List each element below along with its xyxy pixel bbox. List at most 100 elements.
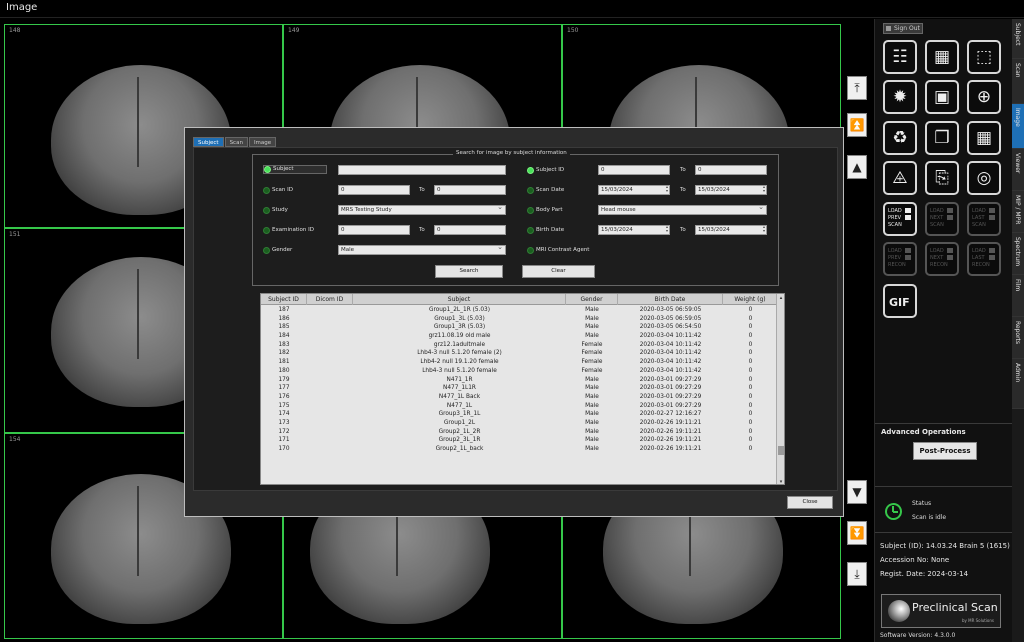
column-header[interactable]: Gender bbox=[566, 294, 618, 305]
sign-out-button[interactable]: Sign Out bbox=[883, 23, 923, 34]
scan-id-to-input[interactable]: 0 bbox=[434, 185, 506, 195]
column-header[interactable]: Birth Date bbox=[618, 294, 723, 305]
scroll-page-down-button[interactable]: ⏬ bbox=[847, 521, 867, 545]
dialog-tab-image[interactable]: Image bbox=[248, 137, 277, 147]
gif-export-button[interactable]: GIF bbox=[883, 284, 917, 318]
tab-image[interactable]: Image bbox=[1012, 104, 1024, 149]
tab-reports[interactable]: Reports bbox=[1012, 317, 1024, 359]
table-row[interactable]: 176 N477_1L Back Male 2020-03-01 09:27:29 0 bbox=[261, 393, 778, 402]
scan-play-icon[interactable]: ▣ bbox=[925, 80, 959, 114]
scan-date-to-input[interactable]: 15/03/2024 bbox=[695, 185, 767, 195]
cell-subject-id: 170 bbox=[278, 446, 290, 452]
load-last-scan-button[interactable]: LOAD LAST SCAN bbox=[967, 202, 1001, 236]
subject-id-filter-toggle[interactable]: Subject ID bbox=[527, 167, 564, 174]
load-prev-recon-button[interactable]: LOAD PREV RECON bbox=[883, 242, 917, 276]
film-reel-icon[interactable]: ◎ bbox=[967, 161, 1001, 195]
scroll-down-button[interactable]: ▼ bbox=[847, 480, 867, 504]
table-row[interactable]: 183 grz12.1adultmale Female 2020-03-04 10:1… bbox=[261, 341, 778, 350]
grid-select-icon[interactable]: ▦ bbox=[925, 40, 959, 74]
subject-id-to-input[interactable]: 0 bbox=[695, 165, 767, 175]
tiles-icon[interactable]: ▦ bbox=[967, 121, 1001, 155]
table-row[interactable]: 175 N477_1L Male 2020-03-01 09:27:29 0 bbox=[261, 402, 778, 411]
measure-icon[interactable]: ⨹ bbox=[883, 161, 917, 195]
tab-spectrum[interactable]: Spectrum bbox=[1012, 233, 1024, 275]
zoom-image-icon[interactable]: ⊕ bbox=[967, 80, 1001, 114]
table-row[interactable]: 187 Group1_2L_1R (5.03) Male 2020-03-05 06:… bbox=[261, 306, 778, 315]
birth-date-filter-toggle[interactable]: Birth Date bbox=[527, 227, 564, 234]
tab-viewer[interactable]: Viewer bbox=[1012, 149, 1024, 191]
tab-subject[interactable]: Subject bbox=[1012, 19, 1024, 59]
body-part-filter-toggle[interactable]: Body Part bbox=[527, 207, 563, 214]
examination-id-filter-toggle[interactable]: Examination ID bbox=[263, 227, 314, 234]
stack-play-icon[interactable]: ❐ bbox=[925, 121, 959, 155]
table-header: Subject ID Dicom ID Subject Gender Birth… bbox=[261, 294, 778, 305]
table-row[interactable]: 174 Group3_1R_1L Male 2020-02-27 12:16:27 0 bbox=[261, 410, 778, 419]
table-scrollbar[interactable]: ▴ ▾ bbox=[776, 294, 784, 484]
dialog-tab-subject[interactable]: Subject bbox=[193, 137, 224, 147]
scroll-up-button[interactable]: ▲ bbox=[847, 155, 867, 179]
examination-id-from-input[interactable]: 0 bbox=[338, 225, 410, 235]
tab-mip-mpr[interactable]: MIP / MPR bbox=[1012, 191, 1024, 233]
column-header[interactable]: Dicom ID bbox=[307, 294, 353, 305]
stack-icon bbox=[947, 255, 953, 260]
mri-contrast-agent-filter-toggle[interactable]: MRI Contrast Agent bbox=[527, 247, 589, 254]
gender-filter-toggle[interactable]: Gender bbox=[263, 247, 292, 254]
table-row[interactable]: 173 Group1_2L Male 2020-02-26 19:11:21 0 bbox=[261, 419, 778, 428]
study-select[interactable]: MRS Testing Study bbox=[338, 205, 506, 215]
table-row[interactable]: 184 grz11.08.19 old male Male 2020-03-04 10… bbox=[261, 332, 778, 341]
scroll-top-button[interactable]: ⤒ bbox=[847, 76, 867, 100]
table-row[interactable]: 170 Group2_1L_back Male 2020-02-26 19:11:21… bbox=[261, 445, 778, 454]
table-row[interactable]: 186 Group1_3L (5.03) Male 2020-03-05 06:59:… bbox=[261, 315, 778, 324]
scroll-up-arrow-icon[interactable]: ▴ bbox=[777, 294, 784, 302]
scan-date-from-input[interactable]: 15/03/2024 bbox=[598, 185, 670, 195]
table-row[interactable]: 179 N471_1R Male 2020-03-01 09:27:29 0 bbox=[261, 376, 778, 385]
table-row[interactable]: 180 Lhb4-3 null 5.1.20 female Female 2020-0… bbox=[261, 367, 778, 376]
scrollbar-thumb[interactable] bbox=[778, 446, 784, 455]
body-part-select[interactable]: Head mouse bbox=[598, 205, 767, 215]
clipboard-icon[interactable]: ⎘ bbox=[925, 161, 959, 195]
scan-date-filter-toggle[interactable]: Scan Date bbox=[527, 187, 564, 194]
subject-filter-toggle[interactable]: Subject bbox=[263, 165, 327, 174]
column-header[interactable]: Subject ID bbox=[261, 294, 307, 305]
table-row[interactable]: 181 Lhb4-2 null 19.1.20 female Female 2020-… bbox=[261, 358, 778, 367]
post-process-button[interactable]: Post-Process bbox=[913, 442, 977, 460]
brightness-icon[interactable]: ✹ bbox=[883, 80, 917, 114]
scan-id-from-input[interactable]: 0 bbox=[338, 185, 410, 195]
study-filter-toggle[interactable]: Study bbox=[263, 207, 288, 214]
table-row[interactable]: 177 N477_1L1R Male 2020-03-01 09:27:29 0 bbox=[261, 384, 778, 393]
recycle-icon[interactable]: ♻ bbox=[883, 121, 917, 155]
table-row[interactable]: 185 Group1_3R (5.03) Male 2020-03-05 06:54:… bbox=[261, 323, 778, 332]
search-button[interactable]: Search bbox=[435, 265, 503, 278]
layout-grid-icon[interactable]: ☷ bbox=[883, 40, 917, 74]
column-header[interactable]: Weight (g) bbox=[723, 294, 778, 305]
selection-icon[interactable]: ⬚ bbox=[967, 40, 1001, 74]
load-next-scan-button[interactable]: LOAD NEXT SCAN bbox=[925, 202, 959, 236]
examination-id-to-input[interactable]: 0 bbox=[434, 225, 506, 235]
tab-film[interactable]: Film bbox=[1012, 275, 1024, 317]
table-row[interactable]: 172 Group2_1L_2R Male 2020-02-26 19:11:21 0 bbox=[261, 428, 778, 437]
scroll-page-up-button[interactable]: ⏫ bbox=[847, 113, 867, 137]
clear-button[interactable]: Clear bbox=[522, 265, 595, 278]
gender-select[interactable]: Male bbox=[338, 245, 506, 255]
tab-admin[interactable]: Admin bbox=[1012, 359, 1024, 409]
cell-birth-date: 2020-03-04 10:11:42 bbox=[639, 333, 702, 340]
load-last-recon-button[interactable]: LOAD LAST RECON bbox=[967, 242, 1001, 276]
column-header[interactable]: Subject bbox=[353, 294, 566, 305]
tool-label-line: RECON bbox=[972, 262, 990, 268]
subject-id-from-input[interactable]: 0 bbox=[598, 165, 670, 175]
subject-results-table[interactable]: Subject ID Dicom ID Subject Gender Birth… bbox=[260, 293, 785, 485]
scan-id-filter-toggle[interactable]: Scan ID bbox=[263, 187, 293, 194]
tab-scan[interactable]: Scan bbox=[1012, 59, 1024, 104]
birth-date-to-input[interactable]: 15/03/2024 bbox=[695, 225, 767, 235]
load-prev-scan-button[interactable]: LOAD PREV SCAN bbox=[883, 202, 917, 236]
load-next-recon-button[interactable]: LOAD NEXT RECON bbox=[925, 242, 959, 276]
close-button[interactable]: Close bbox=[787, 496, 833, 509]
subject-info: Subject (ID): 14.03.24 Brain 5 (1615) bbox=[880, 542, 1010, 550]
scroll-bottom-button[interactable]: ⤓ bbox=[847, 562, 867, 586]
subject-input[interactable] bbox=[338, 165, 506, 175]
birth-date-from-input[interactable]: 15/03/2024 bbox=[598, 225, 670, 235]
table-row[interactable]: 171 Group2_3L_1R Male 2020-02-26 19:11:21 0 bbox=[261, 436, 778, 445]
scroll-down-arrow-icon[interactable]: ▾ bbox=[777, 478, 784, 484]
table-row[interactable]: 182 Lhb4-3 null 5.1.20 female (2) Female 20… bbox=[261, 349, 778, 358]
dialog-tab-scan[interactable]: Scan bbox=[224, 137, 248, 147]
